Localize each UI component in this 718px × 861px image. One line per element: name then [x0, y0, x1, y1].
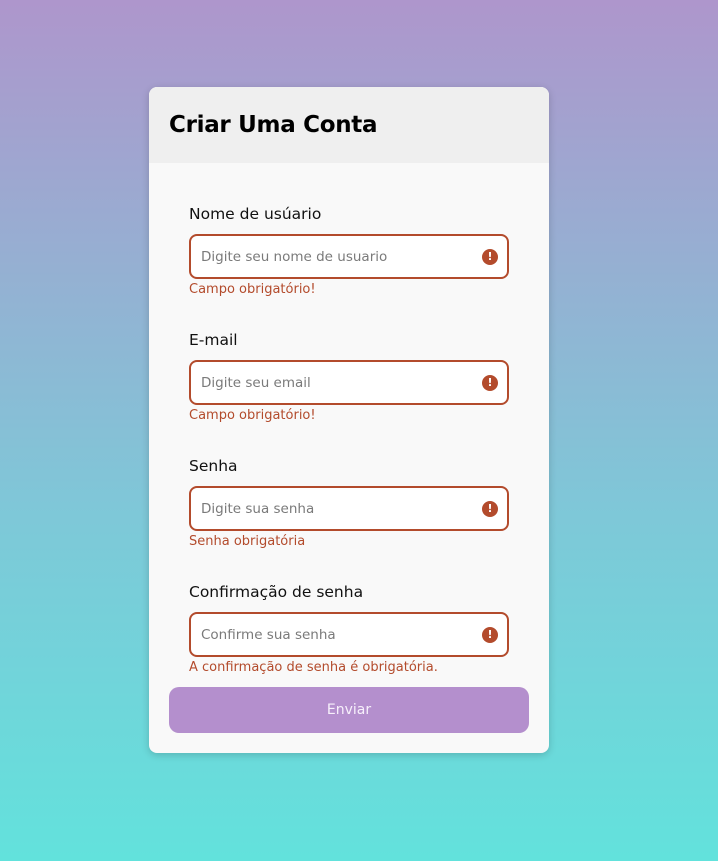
email-input[interactable] — [191, 362, 471, 403]
email-field-group: E-mail ! Campo obrigatório! — [189, 329, 509, 423]
username-error: Campo obrigatório! — [189, 282, 316, 297]
email-input-wrapper: ! — [189, 360, 509, 405]
confirm-password-error: A confirmação de senha é obrigatória. — [189, 660, 438, 675]
username-input-wrapper: ! — [189, 234, 509, 279]
username-label: Nome de usúario — [189, 205, 322, 223]
email-error: Campo obrigatório! — [189, 408, 316, 423]
page-title: Criar Uma Conta — [169, 112, 378, 138]
submit-button[interactable]: Enviar — [169, 687, 529, 733]
confirm-password-label: Confirmação de senha — [189, 583, 364, 601]
alert-circle-icon: ! — [482, 501, 498, 517]
password-error: Senha obrigatória — [189, 534, 306, 549]
card-header: Criar Uma Conta — [149, 87, 549, 163]
confirm-password-input-wrapper: ! — [189, 612, 509, 657]
password-label: Senha — [189, 457, 238, 475]
password-input-wrapper: ! — [189, 486, 509, 531]
username-field-group: Nome de usúario ! Campo obrigatório! — [189, 203, 509, 297]
password-input[interactable] — [191, 488, 471, 529]
alert-circle-icon: ! — [482, 627, 498, 643]
confirm-password-input[interactable] — [191, 614, 471, 655]
username-input[interactable] — [191, 236, 471, 277]
confirm-password-field-group: Confirmação de senha ! A confirmação de … — [189, 581, 509, 675]
email-label: E-mail — [189, 331, 238, 349]
password-field-group: Senha ! Senha obrigatória — [189, 455, 509, 549]
signup-card: Criar Uma Conta Nome de usúario ! Campo … — [149, 87, 549, 753]
alert-circle-icon: ! — [482, 375, 498, 391]
alert-circle-icon: ! — [482, 249, 498, 265]
